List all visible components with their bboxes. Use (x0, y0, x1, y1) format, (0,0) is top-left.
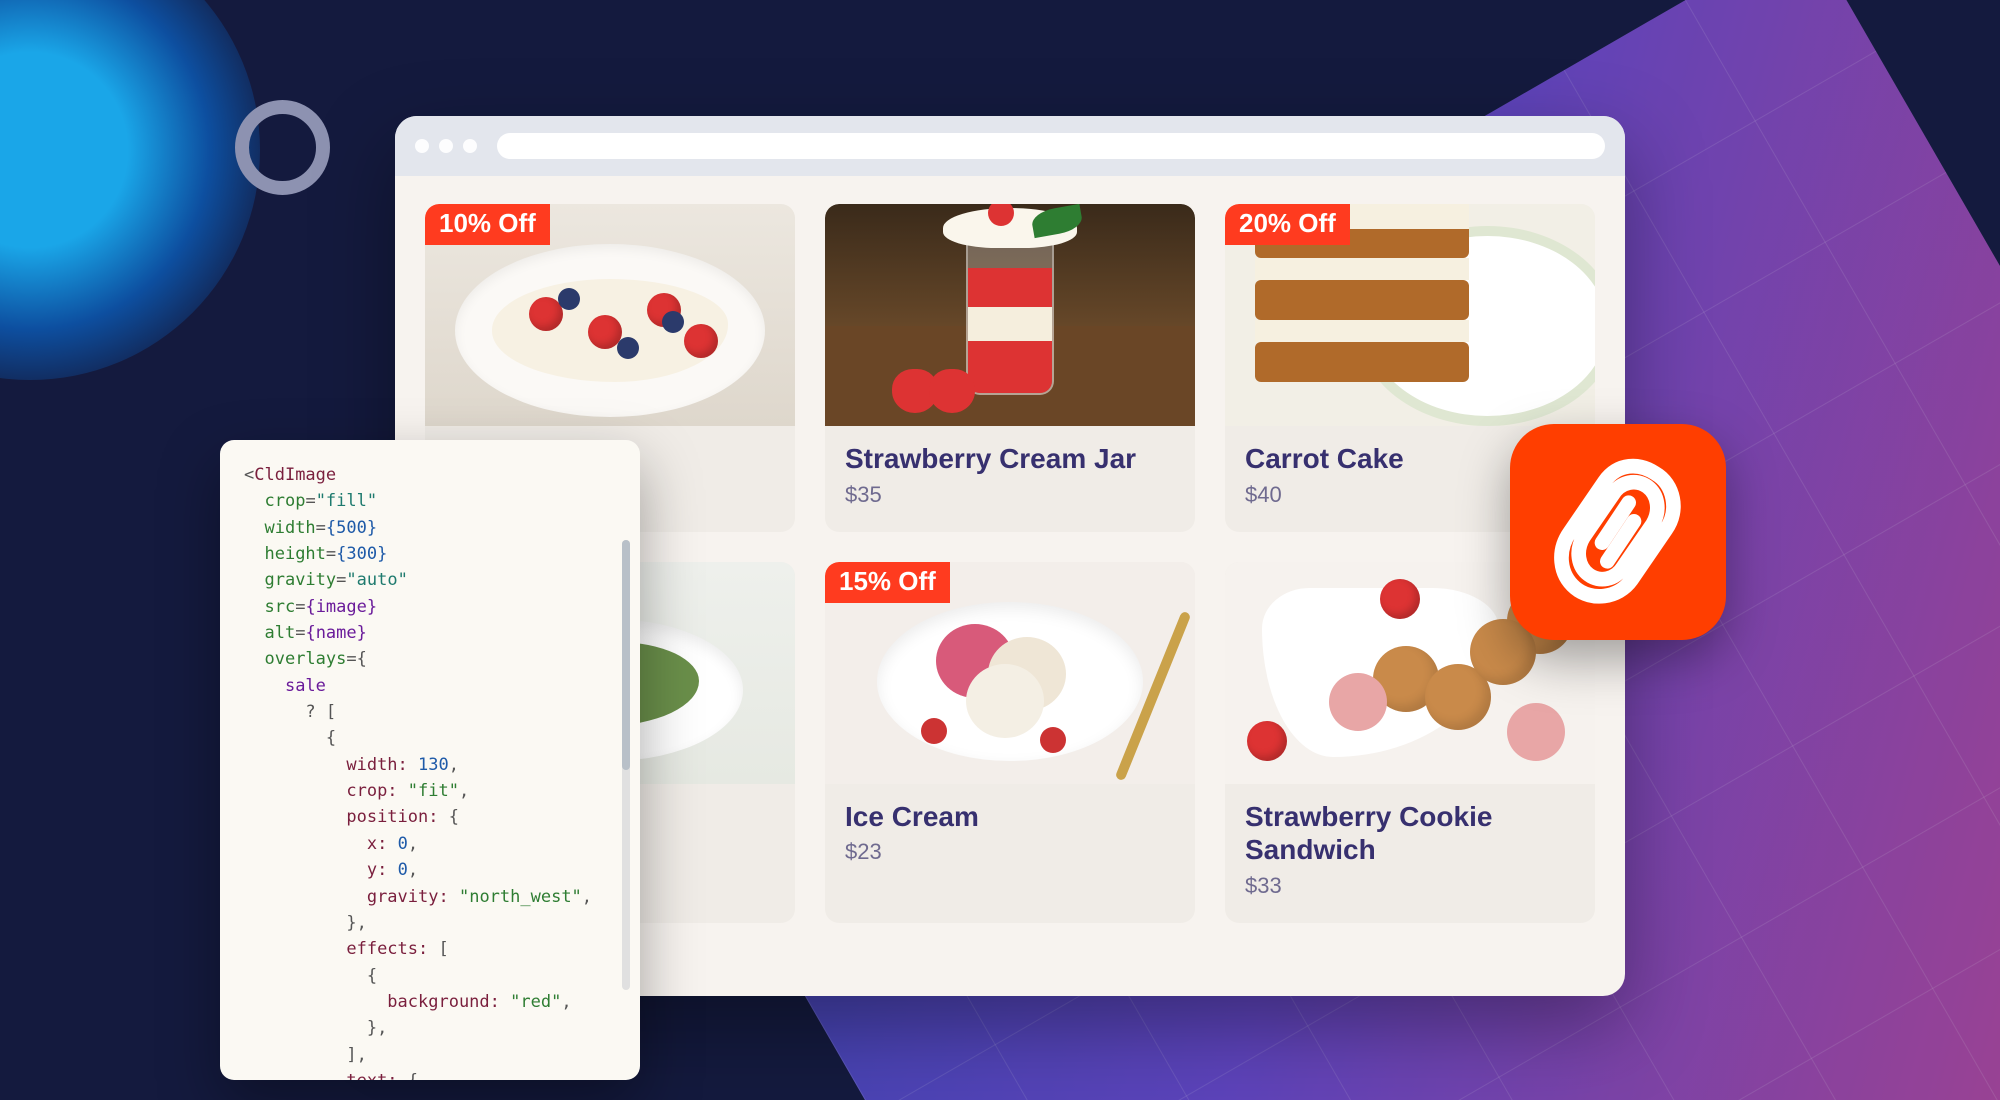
discount-badge: 10% Off (425, 204, 550, 245)
scrollbar-thumb[interactable] (622, 540, 630, 770)
address-bar[interactable] (497, 133, 1605, 159)
product-title: Strawberry Cookie Sandwich (1245, 800, 1575, 867)
window-dot[interactable] (463, 139, 477, 153)
product-image (825, 204, 1195, 426)
discount-badge: 20% Off (1225, 204, 1350, 245)
product-price: $23 (845, 839, 1175, 865)
window-dot[interactable] (415, 139, 429, 153)
code-content: <CldImage crop="fill" width={500} height… (244, 462, 630, 1080)
product-card[interactable]: Strawberry Cream Jar $35 (825, 204, 1195, 532)
product-price: $35 (845, 482, 1175, 508)
browser-titlebar (395, 116, 1625, 176)
bg-circle (0, 0, 260, 380)
window-controls[interactable] (415, 139, 477, 153)
svelte-logo-badge (1510, 424, 1726, 640)
code-snippet-panel: <CldImage crop="fill" width={500} height… (220, 440, 640, 1080)
product-card[interactable]: 15% Off Ice Cream $23 (825, 562, 1195, 923)
discount-badge: 15% Off (825, 562, 950, 603)
product-title: Ice Cream (845, 800, 1175, 834)
product-price: $33 (1245, 873, 1575, 899)
svelte-icon (1548, 452, 1688, 612)
bg-ring (235, 100, 330, 195)
product-image: 20% Off (1225, 204, 1595, 426)
scrollbar[interactable] (622, 540, 630, 990)
product-image: 10% Off (425, 204, 795, 426)
stage: 10% Off (0, 0, 2000, 1100)
product-title: Strawberry Cream Jar (845, 442, 1175, 476)
window-dot[interactable] (439, 139, 453, 153)
product-image: 15% Off (825, 562, 1195, 784)
